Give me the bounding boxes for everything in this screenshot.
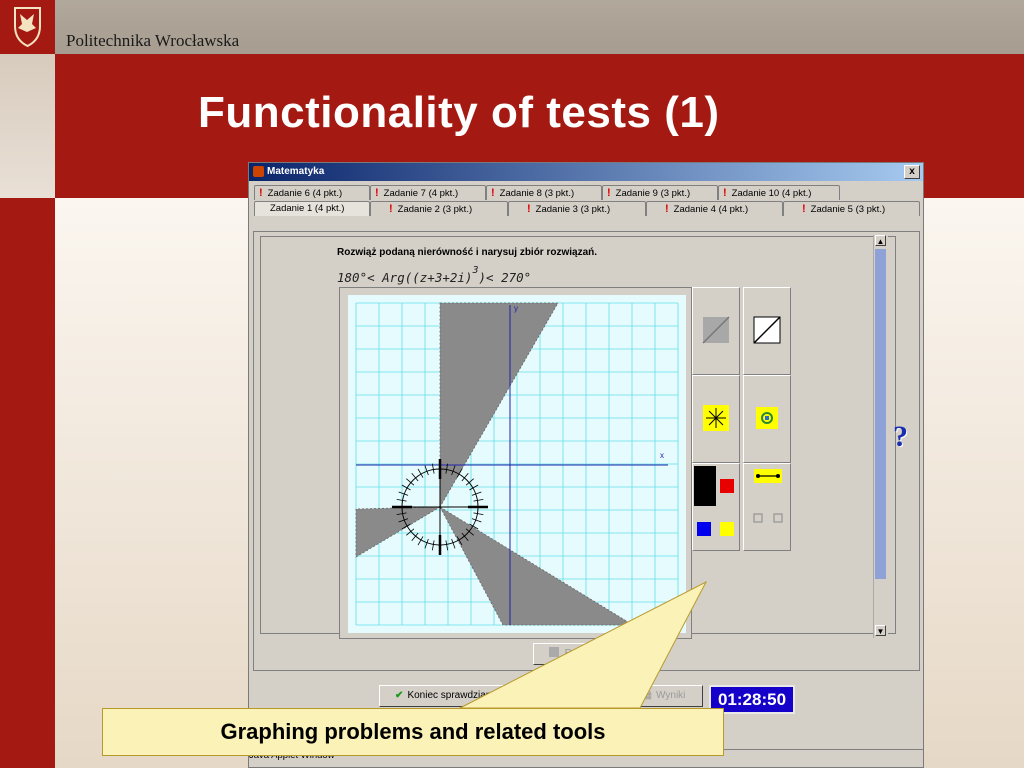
- close-button[interactable]: x: [904, 165, 920, 179]
- vertical-scrollbar[interactable]: ▲ ▼: [873, 235, 888, 638]
- tab-zadanie-9[interactable]: ! Zadanie 9 (3 pkt.): [602, 185, 718, 200]
- slide-title: Functionality of tests (1): [198, 88, 720, 137]
- tab-zadanie-5[interactable]: ! Zadanie 5 (3 pkt.): [783, 201, 920, 216]
- scroll-down-icon[interactable]: ▼: [875, 625, 886, 636]
- warning-icon: !: [607, 187, 611, 199]
- solution-button[interactable]: Rozwiązanie: [533, 643, 637, 665]
- warning-icon: !: [802, 203, 806, 215]
- callout-text: Graphing problems and related tools: [220, 719, 606, 744]
- solution-icon: [548, 647, 559, 657]
- task-instruction: Rozwiąż podaną nierówność i narysuj zbió…: [337, 247, 598, 258]
- refresh-icon: [756, 407, 778, 429]
- x-axis-label: x: [660, 451, 664, 460]
- tab-zadanie-7[interactable]: ! Zadanie 7 (4 pkt.): [370, 185, 486, 200]
- color-palette: [692, 463, 740, 551]
- window-titlebar[interactable]: Matematyka x: [249, 163, 923, 181]
- sparkle-point-icon: [703, 405, 729, 431]
- callout-box: Graphing problems and related tools: [102, 708, 724, 756]
- university-name: Politechnika Wrocławska: [66, 31, 240, 50]
- diagonal-line-icon: [753, 316, 781, 344]
- color-blue[interactable]: [697, 522, 711, 536]
- help-icon[interactable]: ?: [893, 420, 908, 454]
- results-button[interactable]: ▦ Wyniki: [625, 685, 703, 707]
- university-logo: [0, 0, 55, 54]
- warning-icon: !: [375, 187, 379, 199]
- checkmark-icon: ✔: [395, 690, 404, 701]
- scoring-button[interactable]: ✎ Punktacja: [527, 685, 619, 707]
- complex-plane-graph[interactable]: x y: [348, 295, 686, 633]
- warning-icon: !: [665, 203, 669, 215]
- color-red[interactable]: [720, 479, 734, 493]
- app-icon: [253, 166, 264, 177]
- tab-zadanie-2[interactable]: ! Zadanie 2 (3 pkt.): [370, 201, 508, 216]
- tab-zadanie-1[interactable]: Zadanie 1 (4 pkt.): [254, 201, 370, 216]
- tool-point[interactable]: [692, 375, 740, 463]
- tool-line-disabled[interactable]: [692, 287, 740, 375]
- tool-refresh[interactable]: [743, 375, 791, 463]
- tool-segment[interactable]: [743, 463, 791, 551]
- scroll-up-icon[interactable]: ▲: [875, 235, 886, 246]
- warning-icon: !: [259, 187, 263, 199]
- warning-icon: !: [389, 203, 393, 215]
- tab-zadanie-10[interactable]: ! Zadanie 10 (4 pkt.): [718, 185, 840, 200]
- warning-icon: !: [723, 187, 727, 199]
- applet-window: Matematyka x ! Zadanie 6 (4 pkt.) ! Zadani…: [248, 162, 924, 768]
- tab-zadanie-6[interactable]: ! Zadanie 6 (4 pkt.): [254, 185, 370, 200]
- window-title: Matematyka: [267, 166, 325, 177]
- y-axis-label: y: [514, 304, 518, 313]
- tab-zadanie-3[interactable]: ! Zadanie 3 (3 pkt.): [508, 201, 646, 216]
- scoring-icon: ✎: [544, 690, 554, 701]
- warning-icon: !: [527, 203, 531, 215]
- results-icon: ▦: [642, 690, 653, 701]
- tool-line[interactable]: [743, 287, 791, 375]
- scroll-thumb[interactable]: [875, 249, 886, 579]
- tab-zadanie-8[interactable]: ! Zadanie 8 (3 pkt.): [486, 185, 602, 200]
- color-yellow[interactable]: [720, 522, 734, 536]
- task-formula: 180°< Arg((z+3+2i)3)< 270°: [337, 265, 532, 286]
- finish-test-button[interactable]: ✔ Koniec sprawdzianu: [379, 685, 513, 707]
- segment-icon: [753, 469, 783, 523]
- color-black[interactable]: [694, 466, 716, 506]
- background-panel: [0, 54, 55, 198]
- left-red-bar: [0, 198, 55, 768]
- tab-zadanie-4[interactable]: ! Zadanie 4 (4 pkt.): [646, 201, 783, 216]
- warning-icon: !: [491, 187, 495, 199]
- graph-panel: x y: [339, 287, 692, 639]
- line-tool-icon: [702, 316, 730, 344]
